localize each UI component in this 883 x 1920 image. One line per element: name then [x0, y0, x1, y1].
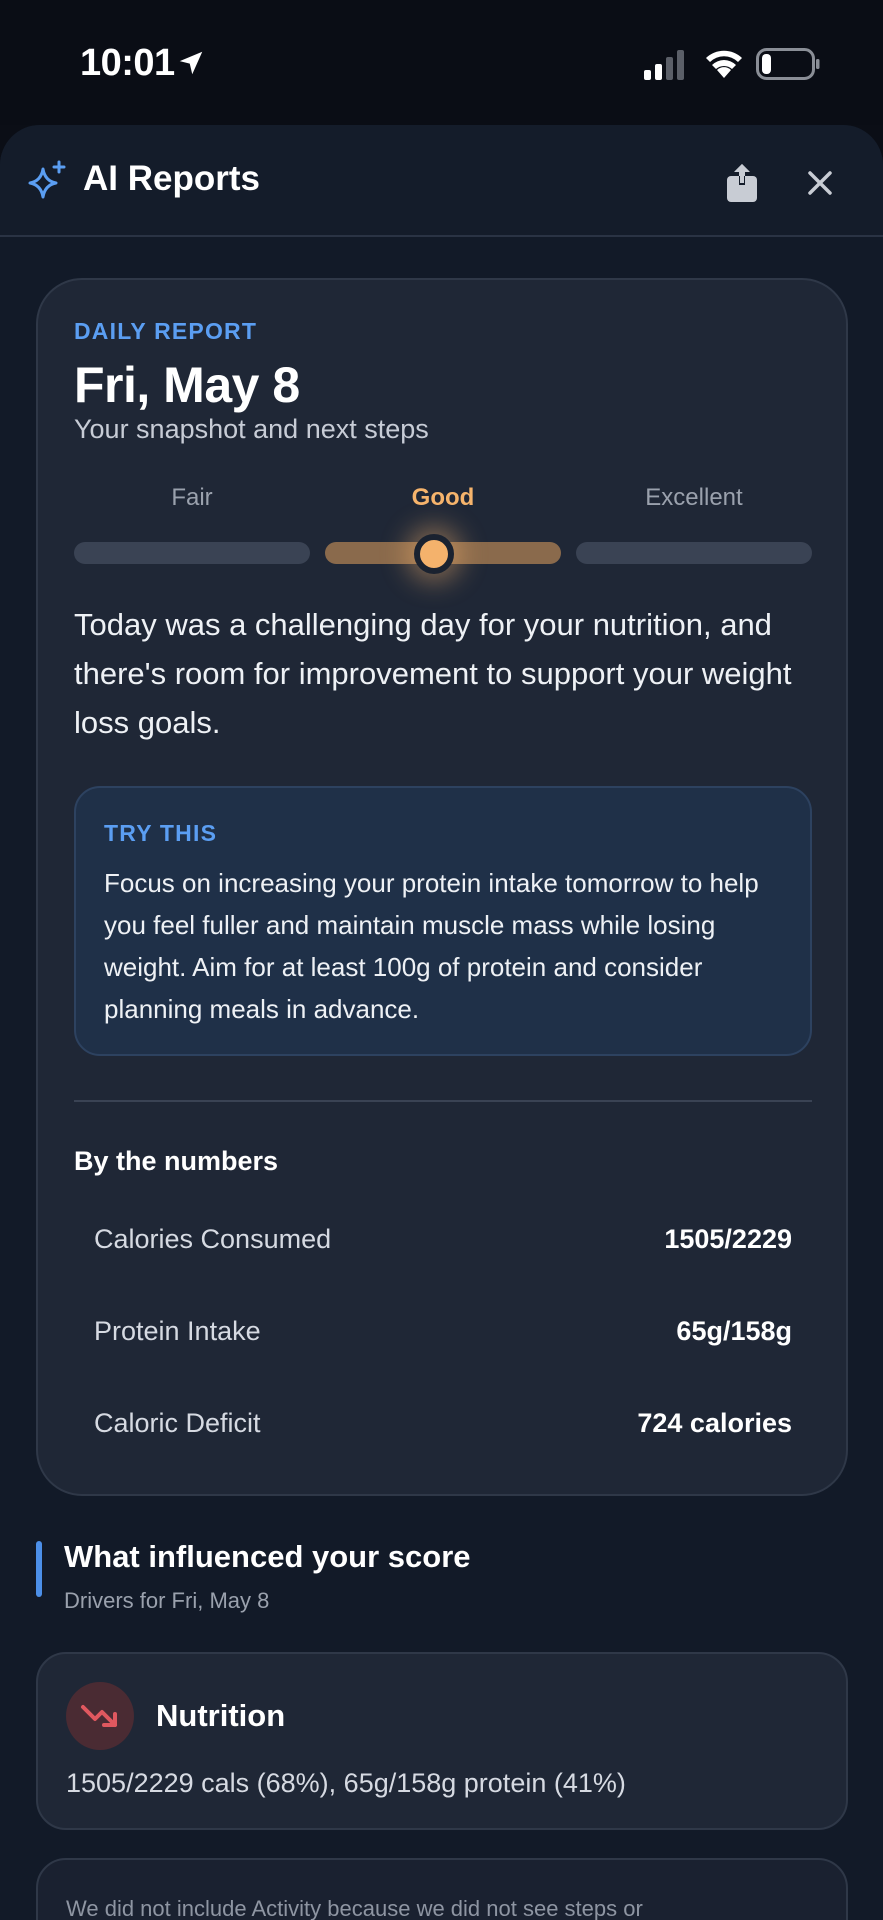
stat-label: Caloric Deficit [94, 1408, 261, 1438]
stat-value: 1505/2229 [664, 1224, 792, 1254]
activity-note-card: We did not include Activity because we d… [36, 1858, 848, 1920]
trending-down-icon [81, 1705, 117, 1727]
report-eyebrow: DAILY REPORT [74, 318, 258, 344]
close-icon[interactable] [800, 163, 840, 203]
report-date: Fri, May 8 [74, 357, 300, 413]
daily-report-card: DAILY REPORT Fri, May 8 Your snapshot an… [36, 278, 848, 1496]
try-this-box: TRY THIS Focus on increasing your protei… [74, 786, 812, 1056]
location-arrow-icon [179, 51, 203, 75]
numbers-title: By the numbers [74, 1146, 279, 1176]
status-bar: 10:01 [0, 0, 883, 125]
stat-row-deficit: Caloric Deficit 724 calories [94, 1408, 792, 1448]
status-time: 10:01 [80, 42, 175, 84]
rating-label-fair: Fair [171, 484, 213, 511]
try-this-label: TRY THIS [104, 820, 218, 846]
report-subtitle: Your snapshot and next steps [74, 414, 429, 444]
rating-segment-excellent [576, 542, 812, 564]
wifi-icon [706, 50, 742, 78]
cellular-signal-icon [644, 50, 684, 80]
influence-subtitle: Drivers for Fri, May 8 [64, 1588, 270, 1613]
stat-value: 724 calories [637, 1408, 792, 1438]
stat-value: 65g/158g [676, 1316, 792, 1346]
activity-note-text: We did not include Activity because we d… [66, 1896, 643, 1920]
nutrition-detail: 1505/2229 cals (68%), 65g/158g protein (… [66, 1768, 626, 1798]
sheet-title: AI Reports [83, 159, 260, 198]
stat-label: Calories Consumed [94, 1224, 332, 1254]
section-accent-bar [36, 1541, 42, 1597]
report-summary: Today was a challenging day for your nut… [74, 607, 792, 740]
sheet-header: AI Reports [0, 125, 883, 237]
try-this-body: Focus on increasing your protein intake … [104, 868, 759, 1024]
rating-label-good: Good [411, 484, 475, 511]
influence-title: What influenced your score [64, 1539, 471, 1574]
trend-badge [66, 1682, 134, 1750]
sparkle-icon [28, 160, 66, 199]
stat-row-protein: Protein Intake 65g/158g [94, 1316, 792, 1356]
nutrition-title: Nutrition [156, 1698, 286, 1733]
divider [74, 1100, 812, 1102]
rating-indicator [414, 534, 454, 574]
nutrition-driver-card[interactable]: Nutrition 1505/2229 cals (68%), 65g/158g… [36, 1652, 848, 1830]
share-icon[interactable] [722, 161, 762, 203]
rating-segment-fair [74, 542, 310, 564]
stat-row-calories: Calories Consumed 1505/2229 [94, 1224, 792, 1264]
rating-label-excellent: Excellent [645, 484, 743, 511]
stat-label: Protein Intake [94, 1316, 261, 1346]
battery-icon [756, 48, 820, 80]
